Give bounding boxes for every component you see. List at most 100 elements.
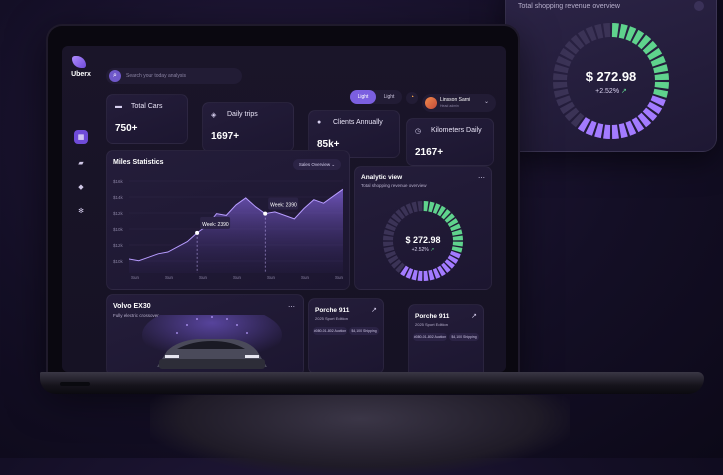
- rock-pedestal: [150, 395, 570, 475]
- gear-icon: ✻: [78, 208, 84, 215]
- car-image: [142, 315, 282, 369]
- car-card-porsche-2[interactable]: Porche 911 2025 Sport Edition ↗ #080-01-…: [408, 304, 484, 372]
- auction-chip: #080-01-802 Auction: [313, 327, 347, 335]
- search-bar[interactable]: ⌕ Search your today analysis: [106, 68, 242, 84]
- auction-chip: #080-01-802 Auction: [413, 333, 447, 341]
- search-placeholder: Search your today analysis: [126, 73, 187, 79]
- ring-segment: [603, 124, 611, 139]
- more-icon[interactable]: [694, 1, 704, 11]
- ring-segment: [611, 23, 619, 38]
- logo-icon: [72, 56, 86, 68]
- sidebar-item-delivery[interactable]: ▰: [74, 156, 88, 170]
- shipping-chip: $4,100 Shipping: [349, 327, 379, 335]
- laptop-base: [40, 372, 704, 394]
- more-options-icon[interactable]: ⋯: [478, 174, 485, 182]
- car-title: Porche 911: [315, 307, 350, 314]
- user-icon: ●: [317, 119, 322, 126]
- car-subtitle: 2025 Sport Edition: [315, 316, 348, 321]
- notification-bell-icon[interactable]: ◔: [406, 92, 418, 104]
- sidebar-item-settings[interactable]: ✻: [74, 204, 88, 218]
- sales-overview-dropdown[interactable]: Sales Overview ⌄: [293, 159, 341, 170]
- truck-icon: ▰: [78, 160, 84, 167]
- floating-revenue-change: +2.52% ↗: [506, 87, 716, 95]
- sidebar-item-shop[interactable]: ◆: [74, 180, 88, 194]
- x-tick-label: Sun: [199, 275, 208, 280]
- arrow-up-right-icon[interactable]: ↗: [471, 312, 477, 320]
- clock-icon: ◷: [415, 128, 422, 135]
- arrow-up-right-icon: ↗: [621, 88, 627, 95]
- profile-role: Head admin: [440, 104, 459, 108]
- route-icon: ◈: [211, 112, 217, 119]
- chevron-down-icon[interactable]: ⌄: [484, 98, 489, 105]
- data-point-marker: [263, 211, 268, 216]
- y-tick-label: $12k: [113, 243, 123, 248]
- x-tick-label: Sun: [335, 275, 344, 280]
- floating-revenue-card: Total shopping revenue overview $ 272.98…: [505, 0, 717, 152]
- y-tick-label: $10k: [113, 227, 123, 232]
- chevron-down-icon: ⌄: [331, 162, 336, 167]
- miles-statistics-card: Miles Statistics Sales Overview ⌄ $16k $1…: [106, 150, 350, 290]
- y-tick-label: $10k: [113, 259, 123, 264]
- stat-value: 750+: [115, 123, 138, 134]
- y-tick-label: $14k: [113, 195, 123, 200]
- data-point-marker: [195, 230, 200, 235]
- x-tick-label: Sun: [131, 275, 140, 280]
- floating-card-subtitle: Total shopping revenue overview: [518, 3, 620, 10]
- stat-label: Daily trips: [227, 111, 258, 118]
- theme-option-light-1[interactable]: Light: [350, 90, 376, 104]
- analytic-view-card: Analytic view Total shopping revenue ove…: [354, 166, 492, 290]
- analytic-value: $ 272.98: [405, 235, 441, 245]
- ring-segment: [417, 270, 423, 281]
- analytic-title: Analytic view: [361, 174, 403, 181]
- avatar: [425, 97, 437, 109]
- more-options-icon[interactable]: ⋯: [288, 303, 295, 311]
- ring-segment: [423, 201, 429, 212]
- x-tick-label: Sun: [267, 275, 276, 280]
- arrow-up-right-icon[interactable]: ↗: [371, 306, 377, 314]
- dashboard-screen: Uberx ⌕ Search your today analysis Light…: [62, 46, 506, 372]
- tooltip-label: Week: 2390: [202, 222, 229, 228]
- stat-card-daily-trips[interactable]: ◈ Daily trips 1697+: [202, 102, 294, 152]
- bag-icon: ◆: [78, 184, 84, 191]
- stat-value: 1697+: [211, 131, 240, 142]
- analytic-change-text: +2.52%: [411, 247, 429, 253]
- floating-revenue-value: $ 272.98: [585, 69, 637, 84]
- analytic-subtitle: Total shopping revenue overview: [361, 183, 427, 188]
- sidebar-item-dashboard[interactable]: ▦: [74, 130, 88, 144]
- stat-card-total-cars[interactable]: ▬ Total Cars 750+: [106, 94, 188, 144]
- theme-option-light-2[interactable]: Light: [376, 90, 402, 104]
- car-card-porsche-1[interactable]: Porche 911 2025 Sport Edition ↗ #080-01-…: [308, 298, 384, 372]
- ring-segment: [603, 23, 611, 38]
- ring-segment: [417, 201, 423, 212]
- x-tick-label: Sun: [165, 275, 174, 280]
- area-chart: Week: 2390 Week: 2390: [129, 180, 343, 273]
- car-card-volvo[interactable]: Volvo EX30 Fully electric crossover ⋯: [106, 294, 304, 372]
- dashboard-icon: ▦: [77, 134, 85, 141]
- car-icon: ▬: [115, 103, 122, 110]
- stat-label: Clients Annually: [333, 119, 383, 126]
- dropdown-label: Sales Overview: [298, 162, 331, 167]
- floating-change-text: +2.52%: [595, 88, 620, 95]
- car-subtitle: 2025 Sport Edition: [415, 322, 448, 327]
- profile-name: Linsson Sarni: [440, 97, 471, 103]
- tooltip-label: Week: 2390: [270, 203, 297, 209]
- x-tick-label: Sun: [233, 275, 242, 280]
- app-logo-text[interactable]: Uberx: [70, 71, 92, 78]
- x-tick-label: Sun: [301, 275, 310, 280]
- car-title: Volvo EX30: [113, 303, 151, 310]
- analytic-change: +2.52% ↗: [355, 247, 491, 253]
- car-title: Porche 911: [415, 313, 450, 320]
- theme-toggle[interactable]: Light Light: [350, 90, 402, 104]
- stat-value: 85k+: [317, 139, 340, 150]
- stat-card-kilometers-daily[interactable]: ◷ Kilometers Daily 2167+: [406, 118, 494, 166]
- chart-title: Miles Statistics: [113, 159, 164, 166]
- profile-menu[interactable]: Linsson Sarni Head admin ⌄: [422, 94, 496, 112]
- laptop-ports: [60, 382, 90, 386]
- arrow-up-right-icon: ↗: [430, 247, 435, 253]
- ring-segment: [423, 270, 429, 281]
- stat-label: Total Cars: [131, 103, 163, 110]
- y-tick-label: $16k: [113, 179, 123, 184]
- stat-label: Kilometers Daily: [431, 127, 482, 134]
- shipping-chip: $4,100 Shipping: [449, 333, 479, 341]
- y-tick-label: $12k: [113, 211, 123, 216]
